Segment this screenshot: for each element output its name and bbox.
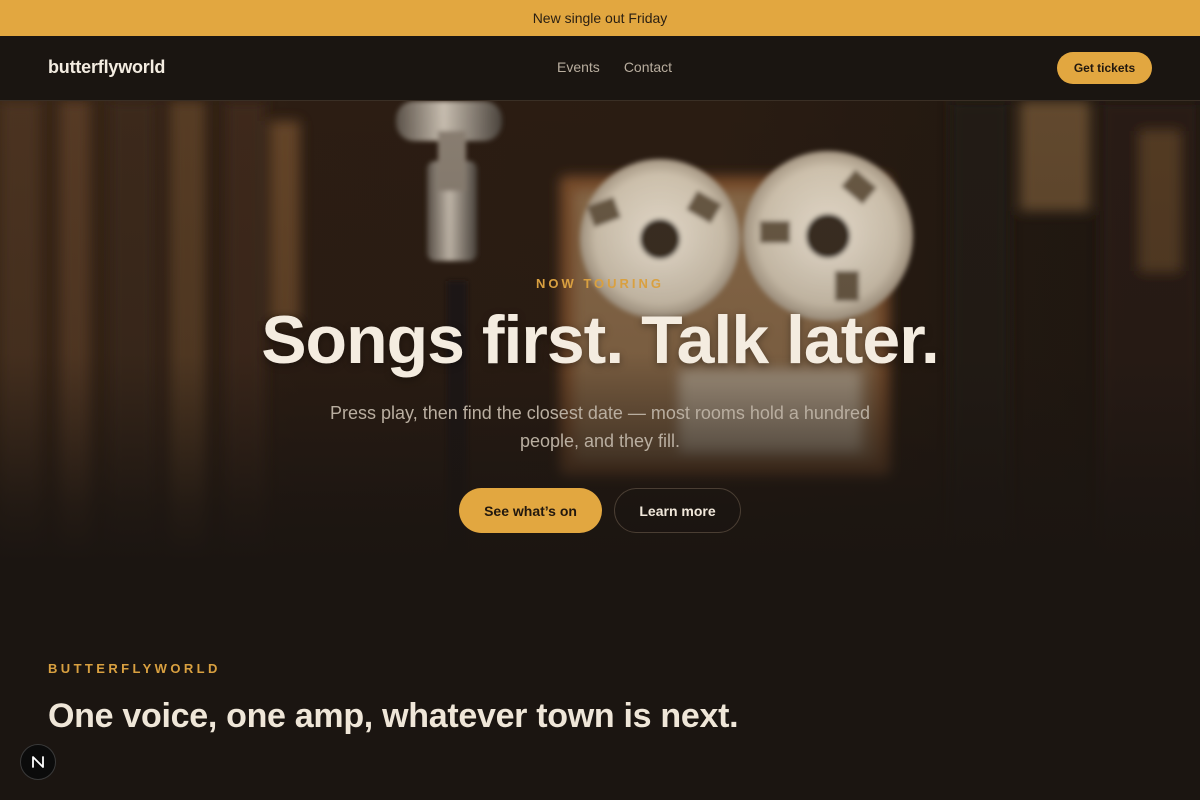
see-whats-on-button[interactable]: See what’s on <box>459 488 602 533</box>
top-nav: butterflyworld Events Contact Get ticket… <box>0 36 1200 101</box>
site-logo[interactable]: butterflyworld <box>48 57 165 78</box>
banner-text: New single out Friday <box>532 10 668 26</box>
nav-link-contact[interactable]: Contact <box>624 59 672 75</box>
learn-more-button[interactable]: Learn more <box>614 488 741 533</box>
hero-section: NOW TOURING Songs first. Talk later. Pre… <box>0 101 1200 561</box>
nav-links: Events Contact <box>557 59 672 75</box>
hero-subtitle: Press play, then find the closest date —… <box>330 403 870 451</box>
about-title: One voice, one amp, whatever town is nex… <box>48 697 739 735</box>
nextjs-n-icon[interactable] <box>20 744 56 780</box>
about-eyebrow: BUTTERFLYWORLD <box>48 661 221 676</box>
hero-eyebrow: NOW TOURING <box>535 276 665 291</box>
nav-link-events[interactable]: Events <box>557 59 600 75</box>
get-tickets-button[interactable]: Get tickets <box>1057 52 1152 84</box>
hero-title: Songs first. Talk later. <box>261 302 940 378</box>
announcement-banner: New single out Friday <box>0 0 1200 36</box>
n-glyph-icon <box>32 756 44 768</box>
